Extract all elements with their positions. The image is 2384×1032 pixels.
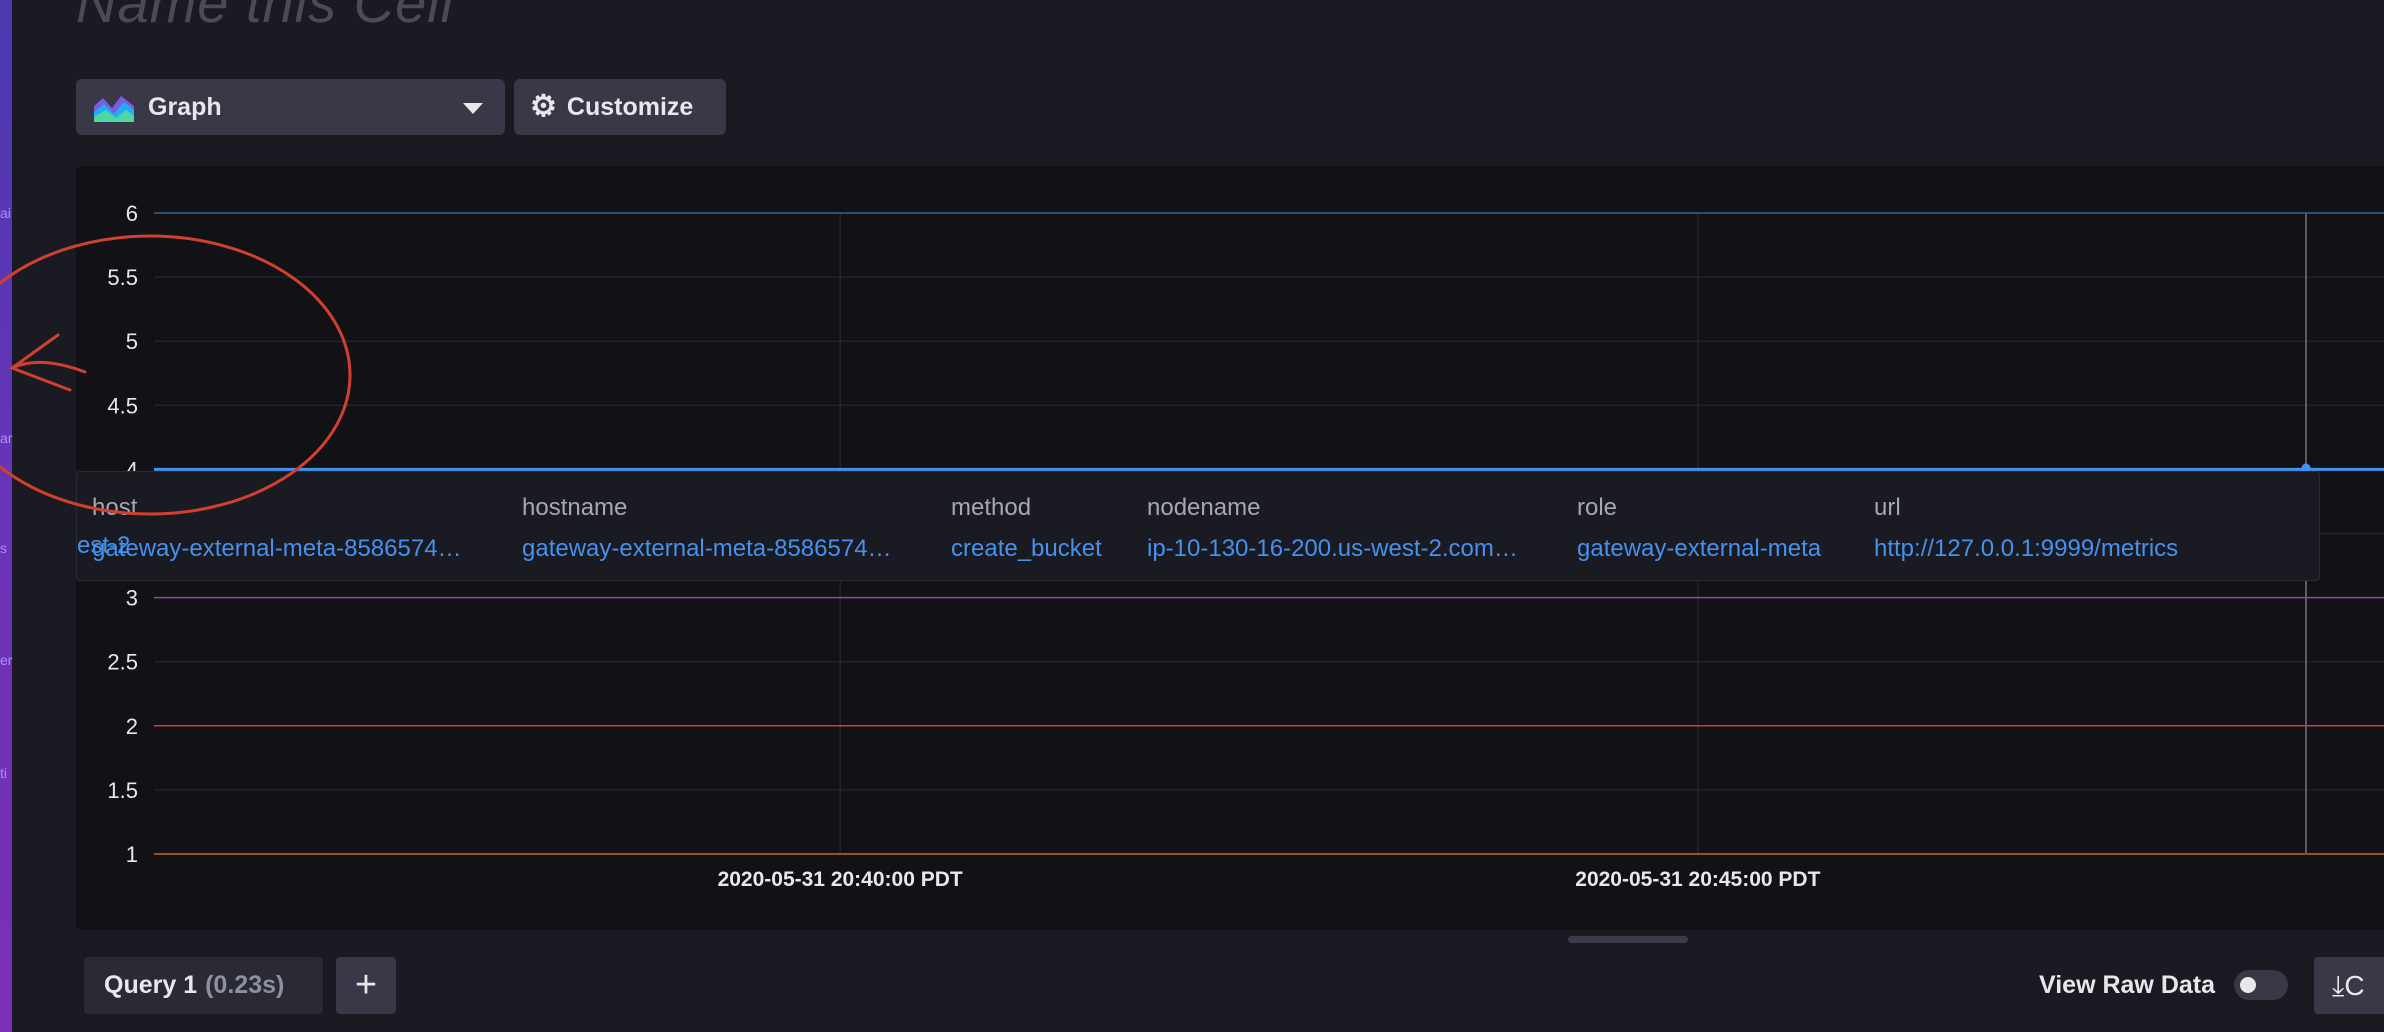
x-tick-label: 2020-05-31 20:45:00 PDT [1575,868,1820,891]
customize-label: Customize [566,92,694,121]
nav-fragment-5: ti [0,765,7,781]
y-tick-label: 4.5 [107,393,138,418]
view-type-dropdown[interactable]: Graph [76,79,505,135]
cell-title[interactable]: Name this Cell [76,0,454,35]
y-tick-label: 3 [126,586,138,611]
nav-fragment-1: ai [0,205,11,221]
tooltip-value: ip-10-130-16-200.us-west-2.com… [1147,535,1518,562]
nav-fragment-3: s [0,540,7,556]
y-tick-label: 2 [126,714,138,739]
tooltip-value: gateway-external-meta-8586574… [522,535,892,562]
tooltip-header: hostname [522,494,628,521]
annotation-arrow [8,333,87,392]
panel-resize-handle[interactable] [1568,936,1688,943]
tooltip-header: method [951,494,1032,521]
add-query-button[interactable]: + [336,957,396,1014]
tooltip-col-url: url http://127.0.0.1:9999/metrics [1874,494,2178,563]
tooltip-value: create_bucket [951,535,1102,562]
query-tab-time: (0.23s) [205,971,285,999]
tooltip-header: url [1874,494,1901,521]
tooltip-value: http://127.0.0.1:9999/metrics [1874,535,2179,562]
graph-panel[interactable]: 65.554.543.532.521.51 2020-05-31 20:40:0… [76,166,2384,930]
y-tick-label: 1.5 [107,778,138,803]
tooltip-value: gateway-external-meta [1577,535,1822,562]
nav-fragment-4: er [0,652,13,668]
query-bar: Query 1 (0.23s) + View Raw Data ⤓C [76,945,2384,1032]
left-nav-rail[interactable]: ai ar s er ti [0,0,12,1032]
tooltip-col-method: method create_bucket [951,494,1102,563]
query-tab-label: Query 1 [104,971,198,999]
tooltip-col-role: role gateway-external-meta [1577,494,1821,563]
gear-icon: ⚙ [530,90,557,123]
tooltip-col-nodename: nodename ip-10-130-16-200.us-west-2.com… [1147,494,1518,563]
view-raw-data-label: View Raw Data [2039,971,2216,999]
query-tab[interactable]: Query 1 (0.23s) [84,957,323,1014]
tooltip-col-hostname: hostname gateway-external-meta-8586574… [522,494,892,563]
graph-type-icon [94,96,134,122]
tooltip-header: role [1577,494,1618,521]
chevron-down-icon [463,103,483,114]
view-type-label: Graph [148,92,222,121]
csv-download-label: C [2344,970,2365,1001]
y-tick-label: 1 [126,842,138,867]
tooltip-col-host: host gateway-external-meta-8586574… [92,494,462,563]
nav-fragment-2: ar [0,430,13,446]
y-tick-label: 5 [126,329,138,354]
y-tick-label: 5.5 [107,265,138,290]
csv-download-button[interactable]: ⤓C [2314,957,2384,1014]
series-tooltip: est-2 host gateway-external-meta-8586574… [76,471,2320,581]
toggle-knob [2240,977,2256,993]
tooltip-header: host [92,494,138,521]
y-tick-label: 6 [126,201,138,226]
y-tick-label: 2.5 [107,650,138,675]
tooltip-value: gateway-external-meta-8586574… [92,535,462,562]
x-tick-label: 2020-05-31 20:40:00 PDT [718,868,963,891]
tooltip-header: nodename [1147,494,1261,521]
view-raw-data-toggle[interactable] [2234,970,2288,1000]
customize-button[interactable]: ⚙ Customize [514,79,726,135]
download-icon: ⤓ [2332,970,2345,1001]
